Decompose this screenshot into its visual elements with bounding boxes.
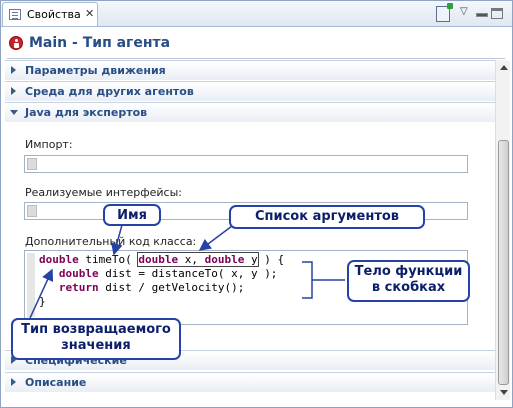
scroll-thumb[interactable] bbox=[498, 140, 509, 385]
section-java-experts[interactable]: Java для экспертов bbox=[5, 102, 495, 122]
editor-gutter bbox=[27, 253, 35, 317]
code-line-4: } bbox=[39, 295, 46, 308]
tab-label: Свойства bbox=[27, 8, 81, 21]
vertical-scrollbar[interactable] bbox=[495, 60, 510, 400]
tab-bar: Свойства ✕ ▽ bbox=[1, 1, 512, 27]
field-marker bbox=[27, 158, 37, 170]
agent-type-icon bbox=[9, 36, 23, 50]
expand-arrow-icon bbox=[11, 66, 16, 74]
page-title: Main - Тип агента bbox=[29, 35, 171, 51]
scroll-down-icon[interactable] bbox=[498, 387, 509, 398]
code-line-3: return dist / getVelocity(); bbox=[58, 281, 245, 294]
expand-arrow-icon bbox=[11, 378, 16, 386]
section-environment[interactable]: Среда для других агентов bbox=[5, 81, 495, 101]
callout-args-text: Список аргументов bbox=[254, 209, 400, 224]
section-movement-params[interactable]: Параметры движения bbox=[5, 60, 495, 80]
code-label: Дополнительный код класса: bbox=[25, 235, 197, 248]
code-text: double timeTo( double x, double y ) { do… bbox=[39, 252, 285, 309]
callout-body-line1: Тело функции bbox=[354, 264, 463, 279]
tab-properties[interactable]: Свойства ✕ bbox=[2, 2, 98, 26]
properties-icon bbox=[9, 9, 21, 20]
import-label: Импорт: bbox=[25, 138, 73, 151]
section-label: Описание bbox=[25, 376, 87, 389]
callout-ret-line2: значения bbox=[61, 338, 131, 353]
callout-return-type: Тип возвращаемого значения bbox=[11, 318, 181, 360]
properties-header: Main - Тип агента bbox=[1, 28, 512, 58]
code-line-2: double dist = distanceTo( x, y ); bbox=[58, 267, 278, 280]
field-marker bbox=[27, 205, 37, 217]
callout-function-body: Тело функции в скобках bbox=[347, 260, 470, 302]
close-icon[interactable]: ✕ bbox=[85, 7, 94, 20]
minimize-icon[interactable] bbox=[475, 6, 488, 22]
callout-name-text: Имя bbox=[117, 208, 147, 223]
expand-arrow-icon bbox=[11, 87, 16, 95]
section-label: Параметры движения bbox=[25, 64, 166, 77]
callout-body-line2: в скобках bbox=[371, 280, 446, 295]
section-description[interactable]: Описание bbox=[5, 372, 495, 392]
import-field[interactable] bbox=[24, 155, 468, 173]
scroll-up-icon[interactable] bbox=[498, 62, 509, 73]
callout-name: Имя bbox=[103, 204, 161, 226]
header-divider bbox=[7, 58, 505, 59]
view-menu-icon[interactable]: ▽ bbox=[460, 6, 470, 22]
section-label: Java для экспертов bbox=[25, 106, 148, 119]
collapse-arrow-icon bbox=[10, 110, 18, 115]
callout-arguments: Список аргументов bbox=[229, 205, 425, 229]
maximize-icon[interactable] bbox=[491, 8, 503, 19]
interfaces-label: Реализуемые интерфейсы: bbox=[25, 186, 182, 199]
callout-ret-line1: Тип возвращаемого bbox=[21, 322, 171, 337]
new-window-icon[interactable] bbox=[436, 3, 453, 22]
section-label: Среда для других агентов bbox=[25, 85, 194, 98]
code-line-1: double timeTo( double x, double y ) { bbox=[39, 252, 285, 267]
